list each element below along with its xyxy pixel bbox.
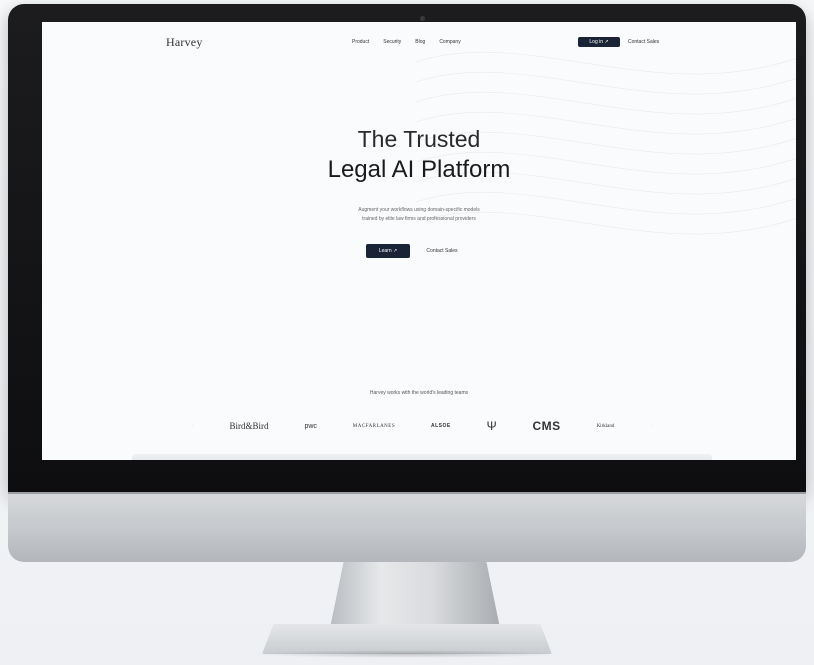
client-logo-birdbird: Bird&Bird [229,421,269,431]
contact-sales-link[interactable]: Contact Sales [628,39,659,45]
hero-subtitle-line-2: trained by elite law firms and professio… [362,216,476,222]
learn-button[interactable]: Learn ↗ [366,244,410,258]
screen-bottom-panel [132,454,712,460]
client-logo-pwc: pwc [304,422,317,430]
hero-subtitle-line-1: Augment your workflows using domain-spec… [358,207,480,213]
client-logo-faded: · [650,423,652,429]
nav-link-security[interactable]: Security [383,39,401,45]
monitor-stand-neck [330,562,500,628]
client-logo-alsoe: ALSOE [431,423,451,429]
login-button[interactable]: Log in ↗ [578,37,620,47]
monitor-screen: Harvey Product Security Blog Company Log… [42,22,796,460]
contact-sales-button[interactable]: Contact Sales [420,244,464,258]
client-logo-emblem: Ψ [486,419,497,433]
client-logo-kirkland: Kirkland [596,423,615,429]
nav-link-company[interactable]: Company [439,39,460,45]
camera-icon [420,16,425,21]
stand-shadow [250,650,564,658]
client-logo-macfarlanes: MACFARLANES [352,423,396,429]
client-logo-cms: CMS [532,419,561,433]
hero-title-line-2: Legal AI Platform [327,156,511,183]
site-logo[interactable]: Harvey [166,35,203,50]
monitor-chin [8,492,806,562]
monitor-chin-divider [8,492,806,494]
top-navigation: Harvey Product Security Blog Company Log… [42,22,796,64]
nav-links: Product Security Blog Company [352,39,461,45]
hero-title-line-1: The Trusted [357,126,481,152]
trusted-by-heading: Harvey works with the world's leading te… [369,390,469,396]
nav-link-blog[interactable]: Blog [415,39,425,45]
nav-link-product[interactable]: Product [352,39,369,45]
client-logo-faded: · [192,423,194,429]
client-logos-strip: · Bird&Bird pwc MACFARLANES ALSOE Ψ CMS … [192,414,652,438]
